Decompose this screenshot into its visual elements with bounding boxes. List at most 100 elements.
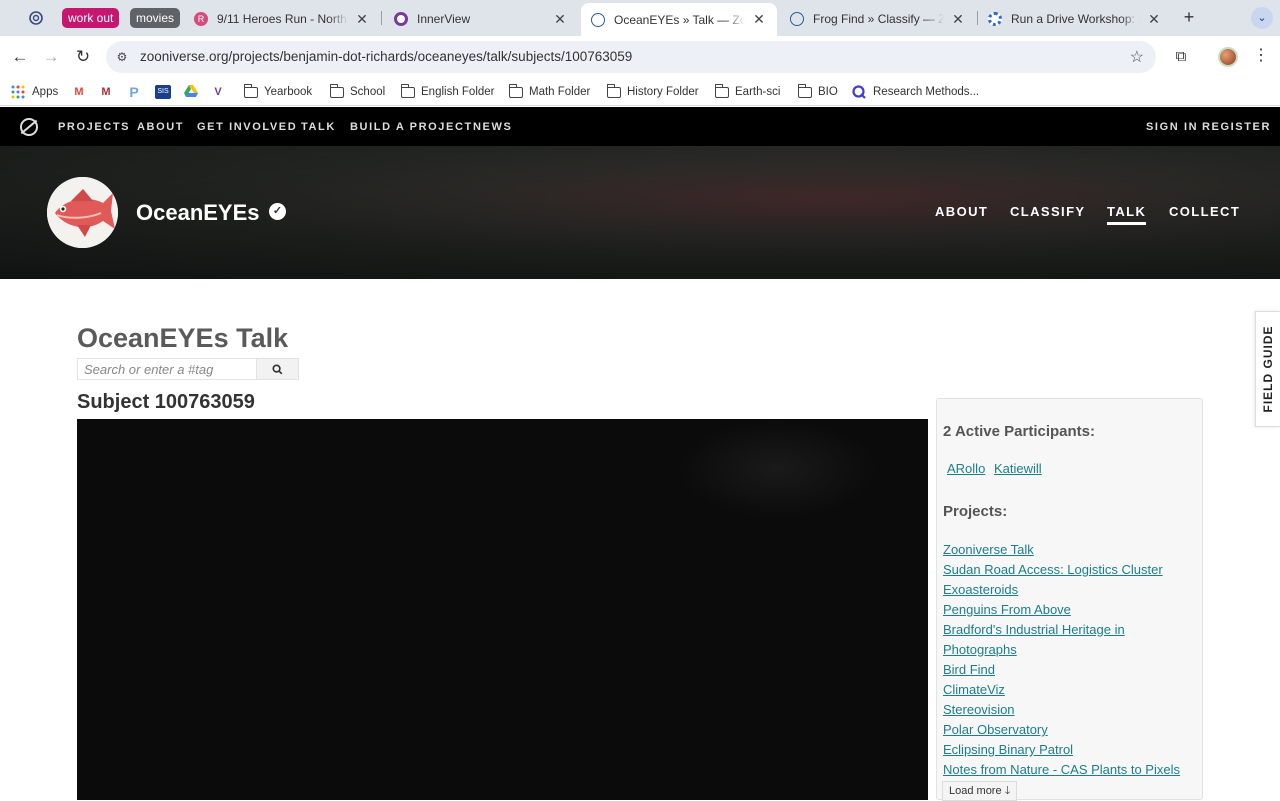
folder-icon: [714, 83, 729, 98]
folder-icon: [508, 83, 523, 98]
bookmark-folder-math[interactable]: Math Folder: [508, 83, 590, 101]
tab-heroes-run[interactable]: R 9/11 Heroes Run - Northern ✕: [184, 4, 380, 34]
bookmark-star-icon[interactable]: ☆: [1130, 47, 1144, 67]
field-guide-tab[interactable]: FIELD GUIDE: [1255, 311, 1280, 427]
project-nav-collect[interactable]: COLLECT: [1169, 204, 1240, 219]
v-icon: V: [214, 86, 222, 98]
close-icon[interactable]: ✕: [950, 11, 966, 28]
talk-search: [77, 358, 299, 380]
search-icon: [272, 364, 283, 375]
close-icon[interactable]: ✕: [354, 11, 370, 28]
search-button[interactable]: [256, 359, 298, 379]
projects-heading: Projects:: [943, 503, 1008, 520]
nav-build-a-project[interactable]: BUILD A PROJECT: [350, 121, 473, 133]
fish-icon: [47, 177, 118, 248]
tab-frog-find[interactable]: Frog Find » Classify — Zooniverse ✕: [780, 4, 976, 34]
participant-link[interactable]: Katiewill: [994, 461, 1042, 476]
project-link[interactable]: Notes from Nature - CAS Plants to Pixels: [943, 762, 1180, 777]
bookmark-m[interactable]: M: [98, 83, 120, 101]
project-nav-talk[interactable]: TALK: [1107, 204, 1147, 225]
project-link[interactable]: Penguins From Above: [943, 602, 1071, 617]
project-nav-classify[interactable]: CLASSIFY: [1010, 204, 1085, 219]
tab-group-movies[interactable]: movies: [130, 8, 181, 28]
run-icon: R: [194, 12, 208, 26]
bookmark-folder-history[interactable]: History Folder: [606, 83, 699, 101]
tab-drive-workshop[interactable]: Run a Drive Workshop: Bring ✕: [978, 4, 1172, 34]
nav-get-involved[interactable]: GET INVOLVED: [197, 121, 297, 133]
close-icon[interactable]: ✕: [552, 11, 568, 28]
extension-pinned-tab[interactable]: [24, 8, 48, 28]
back-icon[interactable]: ←: [9, 46, 31, 68]
project-link[interactable]: Stereovision: [943, 702, 1015, 717]
nav-about[interactable]: ABOUT: [137, 121, 184, 133]
browser-tab-strip: work out movies R 9/11 Heroes Run - Nort…: [0, 0, 1280, 36]
forward-icon[interactable]: →: [40, 46, 62, 68]
project-avatar[interactable]: [47, 177, 118, 248]
folder-icon: [329, 83, 344, 98]
project-link[interactable]: Photographs: [943, 642, 1017, 657]
tab-innerview[interactable]: InnerView ✕: [384, 4, 578, 34]
project-link[interactable]: Bird Find: [943, 662, 995, 677]
bookmark-sis[interactable]: SIS: [155, 83, 177, 101]
project-link[interactable]: Sudan Road Access: Logistics Cluster: [943, 562, 1163, 577]
register-link[interactable]: REGISTER: [1202, 121, 1271, 133]
tab-group-work-out[interactable]: work out: [62, 8, 120, 28]
q-icon: [851, 85, 867, 99]
bookmark-drive[interactable]: [183, 83, 205, 101]
bookmark-research-methods[interactable]: Research Methods...: [851, 83, 979, 101]
bookmarks-bar: Apps M M P SIS V Yearbook School English…: [0, 78, 1280, 106]
project-link[interactable]: Zooniverse Talk: [943, 542, 1034, 557]
tab-oceaneyes-talk[interactable]: OceanEYEs » Talk — Zooniverse ✕: [581, 3, 777, 36]
project-link[interactable]: ClimateViz: [943, 682, 1005, 697]
nav-news[interactable]: NEWS: [473, 121, 512, 133]
project-header: OceanEYEs ✓ ABOUT CLASSIFY TALK COLLECT: [0, 146, 1280, 279]
subject-image[interactable]: [77, 419, 928, 800]
talk-sidebar: 2 Active Participants: ARollo Katiewill …: [936, 398, 1203, 801]
verified-badge-icon: ✓: [269, 203, 286, 220]
arrow-down-icon: 🡓: [1004, 785, 1011, 797]
url-text[interactable]: zooniverse.org/projects/benjamin-dot-ric…: [140, 49, 632, 64]
participant-link[interactable]: ARollo: [947, 461, 985, 476]
participants-heading: 2 Active Participants:: [943, 423, 1095, 440]
project-nav-about[interactable]: ABOUT: [935, 204, 988, 219]
p-icon: P: [129, 84, 139, 100]
reload-icon[interactable]: ↻: [72, 46, 94, 68]
bookmark-apps[interactable]: Apps: [10, 83, 58, 101]
bookmark-gmail[interactable]: M: [71, 83, 93, 101]
close-icon[interactable]: ✕: [751, 11, 767, 28]
load-more-button[interactable]: Load more 🡓: [942, 781, 1018, 801]
project-link[interactable]: Eclipsing Binary Patrol: [943, 742, 1073, 757]
zooniverse-logo-icon[interactable]: [20, 118, 38, 136]
extensions-puzzle-icon[interactable]: ⧉: [1172, 48, 1190, 66]
talk-search-input[interactable]: [78, 359, 256, 379]
gear-icon: [988, 12, 1002, 26]
nav-talk[interactable]: TALK: [301, 121, 336, 133]
sign-in-link[interactable]: SIGN IN: [1146, 121, 1198, 133]
bookmark-v[interactable]: V: [210, 83, 232, 101]
apps-grid-icon: [10, 85, 26, 99]
bookmark-folder-english[interactable]: English Folder: [400, 83, 495, 101]
address-bar[interactable]: ⚙ zooniverse.org/projects/benjamin-dot-r…: [106, 41, 1156, 73]
site-info-icon[interactable]: ⚙: [114, 49, 130, 65]
folder-icon: [243, 83, 258, 98]
bookmark-folder-bio[interactable]: BIO: [797, 83, 838, 101]
zooniverse-site-nav: PROJECTS ABOUT GET INVOLVED TALK BUILD A…: [0, 107, 1280, 146]
nav-projects[interactable]: PROJECTS: [58, 121, 130, 133]
m-icon: M: [101, 86, 111, 98]
bookmark-folder-school[interactable]: School: [329, 83, 385, 101]
new-tab-button[interactable]: +: [1179, 8, 1199, 28]
project-link[interactable]: Bradford's Industrial Heritage in: [943, 622, 1125, 637]
bookmark-p[interactable]: P: [126, 83, 148, 101]
project-name[interactable]: OceanEYEs: [136, 200, 260, 226]
bookmark-folder-earth-sci[interactable]: Earth-sci: [714, 83, 780, 101]
browser-menu-icon[interactable]: ⋮: [1253, 46, 1269, 66]
spiral-icon: [29, 11, 43, 25]
folder-icon: [606, 83, 621, 98]
bookmark-folder-yearbook[interactable]: Yearbook: [243, 83, 312, 101]
project-link[interactable]: Polar Observatory: [943, 722, 1048, 737]
close-icon[interactable]: ✕: [1146, 11, 1162, 28]
profile-avatar[interactable]: [1218, 47, 1238, 67]
tab-search-button[interactable]: ⌄: [1251, 7, 1273, 29]
project-link[interactable]: Exoasteroids: [943, 582, 1018, 597]
innerview-icon: [394, 12, 408, 26]
